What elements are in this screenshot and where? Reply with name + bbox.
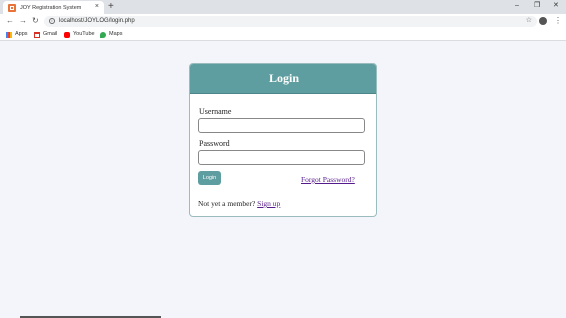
bookmark-youtube[interactable]: YouTube [64, 31, 95, 38]
youtube-icon [64, 31, 70, 38]
bookmark-apps[interactable]: Apps [6, 31, 28, 38]
tab-close-icon[interactable]: × [95, 3, 99, 11]
bookmark-label: YouTube [73, 31, 95, 37]
url-field[interactable]: i localhost/JOYLOG/login.php ☆ [44, 16, 537, 27]
reload-icon[interactable]: ↻ [32, 16, 39, 26]
restore-button[interactable]: ❐ [534, 1, 540, 11]
profile-avatar-icon[interactable] [539, 17, 547, 25]
menu-kebab-icon[interactable]: ⋮ [554, 16, 562, 26]
site-info-icon[interactable]: i [49, 18, 55, 24]
tab-strip: JOY Registration System × + – ❐ ✕ [0, 0, 566, 14]
member-text: Not yet a member? [198, 199, 256, 208]
login-button[interactable]: Login [198, 171, 221, 185]
username-label: Username [199, 107, 232, 116]
bookmark-label: Gmail [43, 31, 58, 37]
password-input[interactable] [198, 150, 365, 165]
bookmark-label: Apps [15, 31, 28, 37]
site-favicon-icon [8, 3, 16, 12]
bookmark-gmail[interactable]: Gmail [34, 31, 57, 38]
username-input[interactable] [198, 118, 365, 133]
password-label: Password [199, 139, 230, 148]
login-card: Login Username Password Login Forgot Pas… [189, 63, 377, 217]
forgot-password-link[interactable]: Forgot Password? [301, 175, 355, 184]
bookmark-maps[interactable]: Maps [100, 31, 122, 38]
tab-title: JOY Registration System [20, 4, 82, 11]
forward-icon[interactable]: → [19, 16, 27, 26]
maps-icon [100, 31, 106, 38]
url-text[interactable]: localhost/JOYLOG/login.php [59, 17, 135, 26]
signup-link[interactable]: Sign up [257, 199, 280, 208]
signup-prompt: Not yet a member? Sign up [198, 199, 280, 208]
close-window-button[interactable]: ✕ [553, 1, 559, 11]
login-title: Login [268, 71, 299, 85]
bookmark-star-icon[interactable]: ☆ [526, 16, 532, 26]
apps-icon [6, 31, 12, 38]
browser-tab[interactable]: JOY Registration System × [3, 1, 104, 14]
login-header: Login [190, 64, 376, 94]
minimize-button[interactable]: – [515, 1, 519, 11]
back-icon[interactable]: ← [6, 16, 14, 26]
bookmarks-bar: Apps Gmail YouTube Maps [0, 29, 566, 41]
new-tab-button[interactable]: + [108, 1, 114, 13]
address-bar: ← → ↻ i localhost/JOYLOG/login.php ☆ ⋮ [0, 14, 566, 29]
gmail-icon [34, 31, 40, 38]
bookmark-label: Maps [109, 31, 123, 37]
